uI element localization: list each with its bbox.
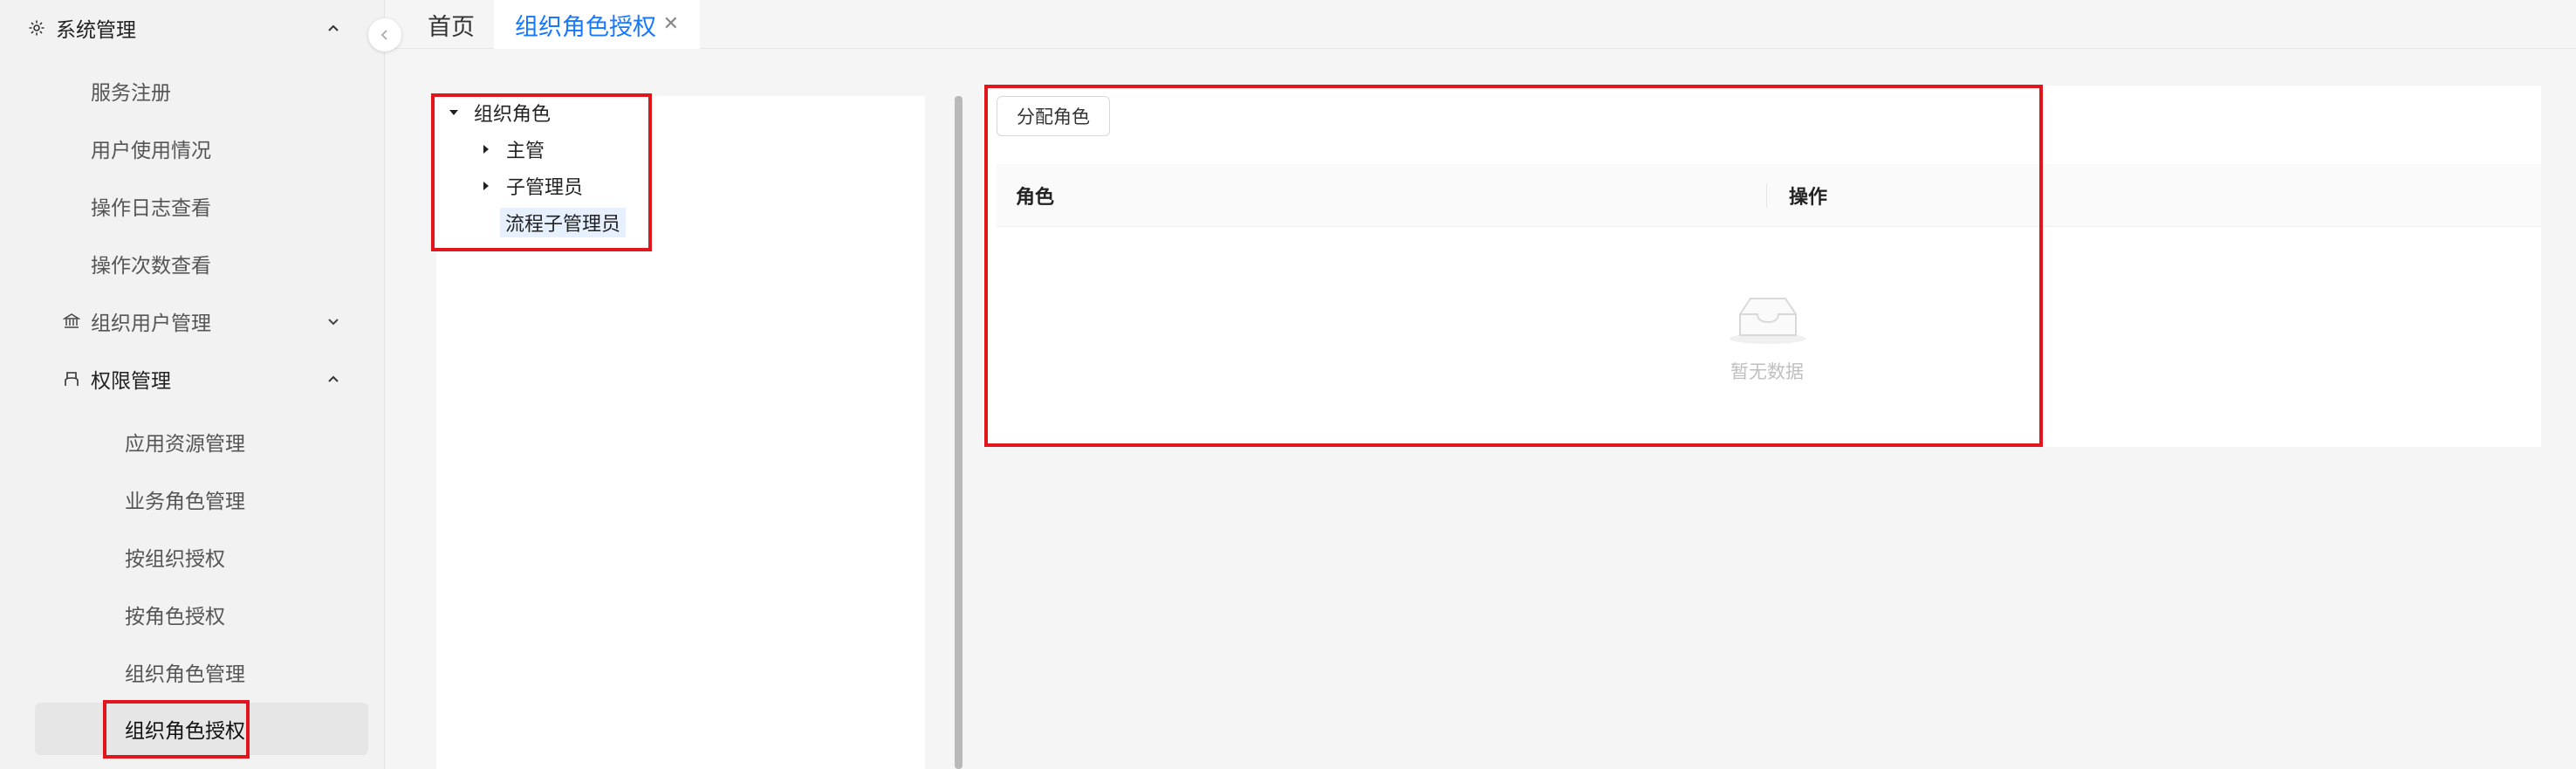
tree-node-label: 主管 — [506, 141, 545, 162]
tab-bar — [386, 0, 2576, 49]
sidebar-item-label: 按组织授权 — [125, 548, 225, 571]
sidebar-item-service-registration[interactable]: 服务注册 — [0, 72, 384, 110]
bank-icon — [61, 311, 82, 332]
menu-system-management[interactable]: 系统管理 — [0, 9, 384, 47]
sidebar-item-label: 应用资源管理 — [125, 433, 245, 456]
chevron-up-icon — [323, 368, 344, 389]
menu-org-user-label: 组织用户管理 — [91, 312, 211, 335]
sidebar-item-business-role[interactable]: 业务角色管理 — [0, 480, 384, 518]
sidebar-item-label: 按角色授权 — [125, 606, 225, 628]
sidebar-item-label: 组织角色授权 — [125, 720, 245, 743]
caret-right-icon[interactable] — [480, 143, 492, 155]
sidebar-item-role-authorize[interactable]: 按角色授权 — [0, 595, 384, 634]
sidebar-item-label: 服务注册 — [91, 82, 171, 105]
tab-org-role-authorize[interactable]: 组织角色授权 ✕ — [494, 0, 700, 49]
menu-system-management-label: 系统管理 — [56, 19, 136, 42]
sidebar-item-user-usage[interactable]: 用户使用情况 — [0, 129, 384, 168]
empty-state-text: 暂无数据 — [1730, 361, 1804, 382]
gear-icon — [26, 17, 47, 38]
sidebar-item-label: 操作次数查看 — [91, 255, 211, 278]
column-divider — [1766, 183, 1767, 208]
sidebar-item-org-role-authorize[interactable]: 组织角色授权 — [35, 703, 368, 755]
tree-node-supervisor[interactable]: 主管 — [480, 136, 545, 162]
sidebar-item-operation-log[interactable]: 操作日志查看 — [0, 187, 384, 225]
sidebar-item-app-resource[interactable]: 应用资源管理 — [0, 422, 384, 461]
sidebar: 系统管理 服务注册 用户使用情况 操作日志查看 操作次数查看 组织用户管理 权限… — [0, 0, 385, 769]
menu-permission-label: 权限管理 — [91, 370, 171, 393]
collapse-sidebar-button[interactable] — [368, 18, 401, 51]
user-icon — [61, 368, 82, 389]
assign-role-button[interactable]: 分配角色 — [997, 96, 1110, 136]
table-header: 角色 操作 — [997, 164, 2541, 227]
sidebar-item-operation-count[interactable]: 操作次数查看 — [0, 244, 384, 283]
sidebar-item-label: 业务角色管理 — [125, 491, 245, 513]
tab-home[interactable]: 首页 — [428, 0, 475, 49]
column-header-role: 角色 — [1016, 187, 1055, 209]
caret-down-icon[interactable] — [448, 106, 460, 119]
chevron-up-icon — [323, 17, 344, 38]
close-icon[interactable]: ✕ — [663, 14, 679, 35]
tree-node-root[interactable]: 组织角色 — [448, 100, 551, 126]
menu-org-user-management[interactable]: 组织用户管理 — [0, 302, 384, 340]
chevron-down-icon — [323, 311, 344, 332]
sidebar-item-label: 操作日志查看 — [91, 197, 211, 220]
tree-node-label: 组织角色 — [474, 104, 552, 126]
sidebar-item-org-role-management[interactable]: 组织角色管理 — [0, 653, 384, 691]
chevron-left-icon — [380, 30, 387, 40]
sidebar-item-org-authorize[interactable]: 按组织授权 — [0, 538, 384, 576]
empty-inbox-icon — [1728, 293, 1808, 349]
column-header-action: 操作 — [1789, 187, 1828, 209]
sidebar-item-label: 组织角色管理 — [125, 663, 245, 686]
tree-node-sub-admin[interactable]: 子管理员 — [480, 173, 583, 199]
panel-splitter[interactable] — [955, 96, 963, 769]
role-table-panel — [983, 86, 2541, 447]
tab-label: 组织角色授权 — [515, 13, 656, 41]
caret-right-icon[interactable] — [480, 180, 492, 192]
tree-node-label: 流程子管理员 — [505, 214, 621, 236]
tree-node-process-sub-admin[interactable]: 流程子管理员 — [500, 208, 627, 237]
tree-node-label: 子管理员 — [506, 177, 584, 199]
menu-permission-management[interactable]: 权限管理 — [0, 360, 384, 398]
sidebar-item-label: 用户使用情况 — [91, 140, 211, 162]
